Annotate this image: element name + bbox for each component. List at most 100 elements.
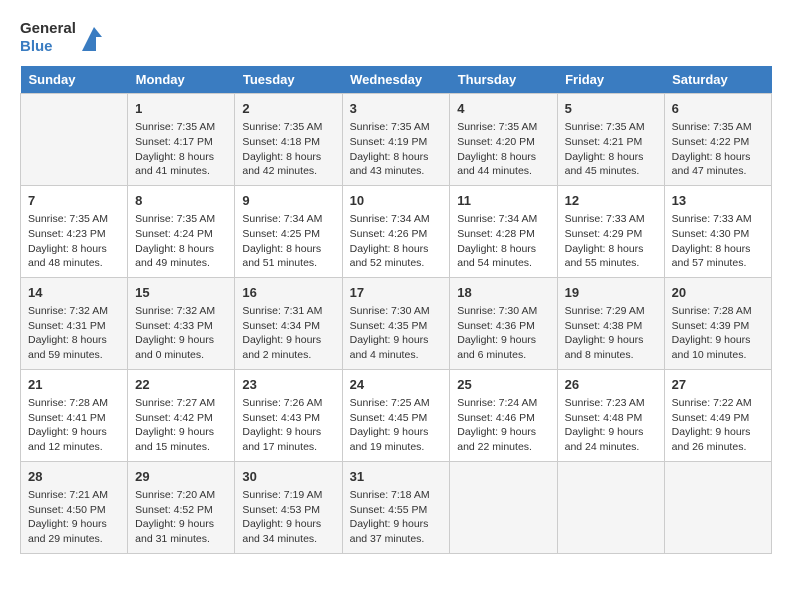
day-info: Daylight: 9 hours (565, 333, 657, 348)
day-number: 18 (457, 284, 549, 302)
calendar-cell: 31Sunrise: 7:18 AMSunset: 4:55 PMDayligh… (342, 461, 450, 553)
day-info: Sunrise: 7:34 AM (242, 212, 334, 227)
week-row-3: 14Sunrise: 7:32 AMSunset: 4:31 PMDayligh… (21, 277, 772, 369)
day-info: Sunset: 4:55 PM (350, 503, 443, 518)
day-info: Sunset: 4:53 PM (242, 503, 334, 518)
day-info: and 22 minutes. (457, 440, 549, 455)
day-number: 28 (28, 468, 120, 486)
day-info: and 8 minutes. (565, 348, 657, 363)
calendar-cell (450, 461, 557, 553)
day-number: 25 (457, 376, 549, 394)
day-info: Daylight: 8 hours (565, 150, 657, 165)
day-number: 3 (350, 100, 443, 118)
day-info: Sunrise: 7:24 AM (457, 396, 549, 411)
day-info: Daylight: 8 hours (457, 242, 549, 257)
day-info: Daylight: 8 hours (565, 242, 657, 257)
calendar-cell: 16Sunrise: 7:31 AMSunset: 4:34 PMDayligh… (235, 277, 342, 369)
day-info: Sunrise: 7:34 AM (457, 212, 549, 227)
day-number: 22 (135, 376, 227, 394)
day-info: Sunrise: 7:23 AM (565, 396, 657, 411)
logo-general: General (20, 20, 76, 37)
weekday-header-tuesday: Tuesday (235, 66, 342, 94)
day-info: Sunset: 4:25 PM (242, 227, 334, 242)
calendar-cell: 15Sunrise: 7:32 AMSunset: 4:33 PMDayligh… (128, 277, 235, 369)
day-info: Sunrise: 7:32 AM (135, 304, 227, 319)
day-info: Sunrise: 7:29 AM (565, 304, 657, 319)
day-info: and 31 minutes. (135, 532, 227, 547)
day-info: Daylight: 9 hours (457, 333, 549, 348)
day-number: 4 (457, 100, 549, 118)
day-info: Sunset: 4:18 PM (242, 135, 334, 150)
weekday-header-row: SundayMondayTuesdayWednesdayThursdayFrid… (21, 66, 772, 94)
day-info: and 6 minutes. (457, 348, 549, 363)
calendar-cell: 24Sunrise: 7:25 AMSunset: 4:45 PMDayligh… (342, 369, 450, 461)
logo: General Blue (20, 20, 102, 56)
day-info: Sunset: 4:45 PM (350, 411, 443, 426)
calendar-cell: 17Sunrise: 7:30 AMSunset: 4:35 PMDayligh… (342, 277, 450, 369)
day-info: and 29 minutes. (28, 532, 120, 547)
calendar-table: SundayMondayTuesdayWednesdayThursdayFrid… (20, 66, 772, 554)
day-number: 31 (350, 468, 443, 486)
day-info: Sunrise: 7:35 AM (672, 120, 764, 135)
day-info: Daylight: 8 hours (350, 150, 443, 165)
day-info: and 43 minutes. (350, 164, 443, 179)
day-info: Sunset: 4:43 PM (242, 411, 334, 426)
weekday-header-sunday: Sunday (21, 66, 128, 94)
calendar-cell: 20Sunrise: 7:28 AMSunset: 4:39 PMDayligh… (664, 277, 771, 369)
day-info: Sunrise: 7:35 AM (135, 212, 227, 227)
logo-blue: Blue (20, 38, 53, 55)
day-info: Sunrise: 7:35 AM (350, 120, 443, 135)
day-number: 29 (135, 468, 227, 486)
calendar-cell: 13Sunrise: 7:33 AMSunset: 4:30 PMDayligh… (664, 185, 771, 277)
day-info: Sunrise: 7:28 AM (672, 304, 764, 319)
day-info: Sunrise: 7:35 AM (28, 212, 120, 227)
day-info: and 34 minutes. (242, 532, 334, 547)
day-info: Sunrise: 7:27 AM (135, 396, 227, 411)
week-row-1: 1Sunrise: 7:35 AMSunset: 4:17 PMDaylight… (21, 94, 772, 186)
day-info: Sunrise: 7:22 AM (672, 396, 764, 411)
day-number: 24 (350, 376, 443, 394)
day-info: Sunset: 4:42 PM (135, 411, 227, 426)
calendar-cell (21, 94, 128, 186)
day-number: 27 (672, 376, 764, 394)
day-info: Daylight: 9 hours (242, 333, 334, 348)
calendar-cell: 28Sunrise: 7:21 AMSunset: 4:50 PMDayligh… (21, 461, 128, 553)
week-row-5: 28Sunrise: 7:21 AMSunset: 4:50 PMDayligh… (21, 461, 772, 553)
day-info: Sunset: 4:33 PM (135, 319, 227, 334)
day-number: 10 (350, 192, 443, 210)
day-info: and 19 minutes. (350, 440, 443, 455)
day-info: Sunrise: 7:18 AM (350, 488, 443, 503)
day-info: Daylight: 8 hours (457, 150, 549, 165)
calendar-cell: 1Sunrise: 7:35 AMSunset: 4:17 PMDaylight… (128, 94, 235, 186)
day-info: Sunset: 4:31 PM (28, 319, 120, 334)
calendar-cell: 3Sunrise: 7:35 AMSunset: 4:19 PMDaylight… (342, 94, 450, 186)
day-info: Sunrise: 7:30 AM (350, 304, 443, 319)
calendar-cell: 4Sunrise: 7:35 AMSunset: 4:20 PMDaylight… (450, 94, 557, 186)
calendar-cell: 11Sunrise: 7:34 AMSunset: 4:28 PMDayligh… (450, 185, 557, 277)
day-info: Sunrise: 7:26 AM (242, 396, 334, 411)
day-info: Sunset: 4:41 PM (28, 411, 120, 426)
day-info: Sunrise: 7:19 AM (242, 488, 334, 503)
day-info: Daylight: 9 hours (242, 425, 334, 440)
day-info: Sunrise: 7:25 AM (350, 396, 443, 411)
day-info: and 55 minutes. (565, 256, 657, 271)
day-info: Daylight: 9 hours (565, 425, 657, 440)
calendar-cell: 27Sunrise: 7:22 AMSunset: 4:49 PMDayligh… (664, 369, 771, 461)
day-number: 5 (565, 100, 657, 118)
calendar-cell: 30Sunrise: 7:19 AMSunset: 4:53 PMDayligh… (235, 461, 342, 553)
day-info: Sunset: 4:50 PM (28, 503, 120, 518)
day-info: Sunrise: 7:20 AM (135, 488, 227, 503)
day-number: 30 (242, 468, 334, 486)
calendar-cell: 6Sunrise: 7:35 AMSunset: 4:22 PMDaylight… (664, 94, 771, 186)
calendar-cell: 23Sunrise: 7:26 AMSunset: 4:43 PMDayligh… (235, 369, 342, 461)
day-info: and 47 minutes. (672, 164, 764, 179)
day-info: Daylight: 8 hours (135, 242, 227, 257)
day-info: and 0 minutes. (135, 348, 227, 363)
day-info: and 41 minutes. (135, 164, 227, 179)
calendar-cell: 19Sunrise: 7:29 AMSunset: 4:38 PMDayligh… (557, 277, 664, 369)
day-info: Sunset: 4:24 PM (135, 227, 227, 242)
day-info: Sunset: 4:38 PM (565, 319, 657, 334)
calendar-cell: 14Sunrise: 7:32 AMSunset: 4:31 PMDayligh… (21, 277, 128, 369)
weekday-header-friday: Friday (557, 66, 664, 94)
day-info: Sunset: 4:23 PM (28, 227, 120, 242)
